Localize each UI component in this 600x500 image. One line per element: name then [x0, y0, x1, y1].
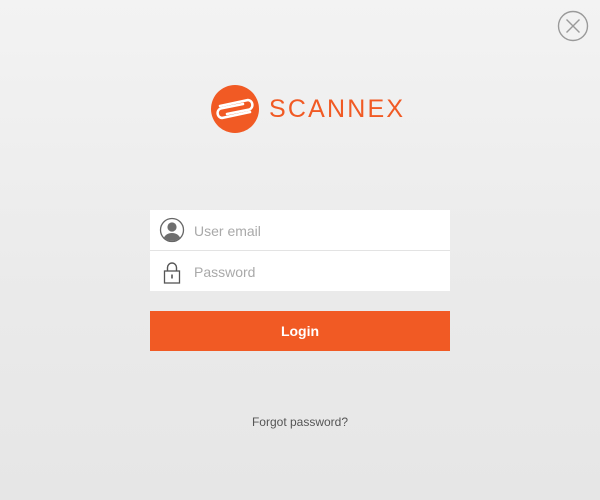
user-icon: [159, 217, 185, 243]
brand-name: SCANNEX: [269, 94, 406, 123]
email-input[interactable]: [194, 210, 440, 250]
password-field-row: [150, 250, 450, 291]
login-button[interactable]: Login: [150, 311, 450, 351]
forgot-password-link[interactable]: Forgot password?: [150, 415, 450, 429]
close-button[interactable]: [557, 10, 589, 42]
close-icon: [557, 10, 589, 42]
login-form: [150, 210, 450, 291]
email-field-row: [150, 210, 450, 250]
brand-logo: SCANNEX: [210, 84, 405, 134]
scannex-logo-icon: [210, 84, 260, 134]
password-input[interactable]: [194, 251, 440, 291]
lock-icon: [159, 259, 185, 285]
